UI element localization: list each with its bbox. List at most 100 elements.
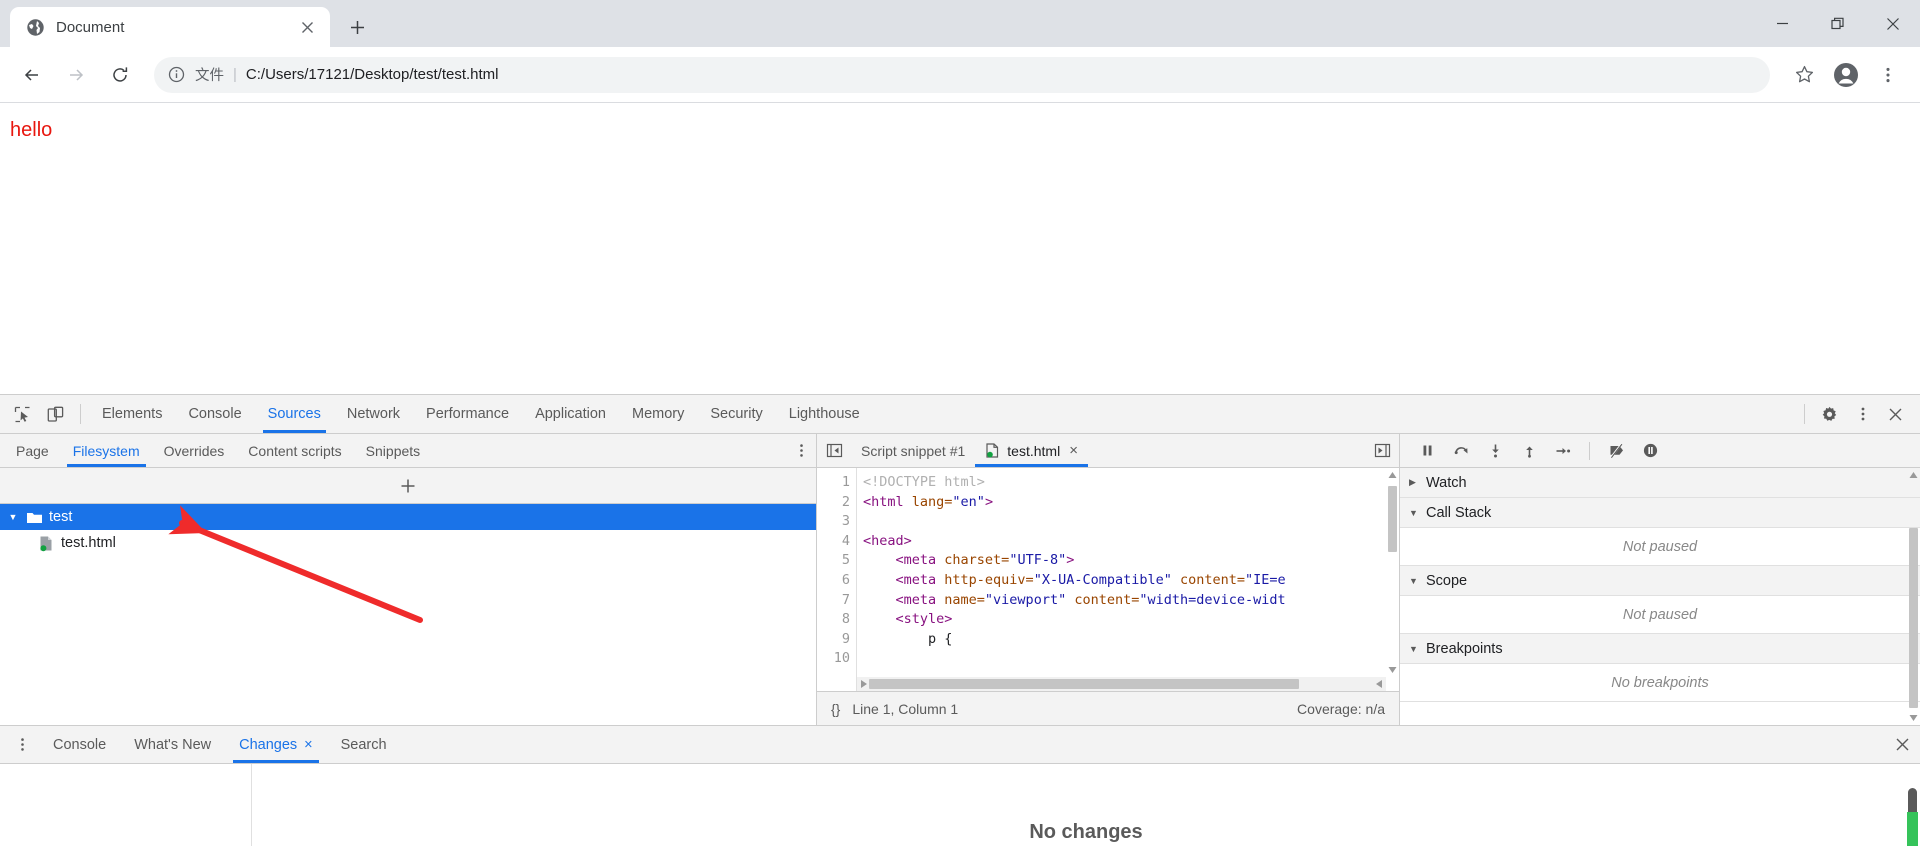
code-line: <!DOCTYPE html> xyxy=(863,474,985,490)
inspect-element-icon[interactable] xyxy=(6,398,39,431)
line-number: 3 xyxy=(841,513,850,530)
step-over-icon[interactable] xyxy=(1446,436,1476,466)
navigator-subtab-page[interactable]: Page xyxy=(4,434,61,467)
drawer-close-icon[interactable] xyxy=(1884,727,1920,763)
chevron-down-icon[interactable]: ▼ xyxy=(1409,644,1419,654)
section-label: Scope xyxy=(1426,572,1468,589)
collapse-right-icon[interactable] xyxy=(1365,434,1399,467)
window-close-button[interactable] xyxy=(1865,0,1920,47)
device-toolbar-icon[interactable] xyxy=(39,398,72,431)
devtools-close-icon[interactable] xyxy=(1879,398,1912,431)
tab-close-icon[interactable] xyxy=(296,16,318,38)
debugger-scrollbar[interactable] xyxy=(1907,468,1920,725)
chevron-down-icon[interactable]: ▼ xyxy=(1409,576,1419,586)
editor-horizontal-scrollbar[interactable] xyxy=(857,677,1386,691)
forward-button[interactable] xyxy=(56,55,96,95)
page-viewport: hello xyxy=(0,103,1920,394)
code-area[interactable]: 1 2 3 4 5 6 7 8 9 10 <!DOCTYPE html> <html lang="e… xyxy=(817,468,1399,691)
devtools-tab-elements[interactable]: Elements xyxy=(89,395,175,433)
pause-script-execution-icon[interactable] xyxy=(1412,436,1442,466)
editor-tab-script-snippet[interactable]: Script snippet #1 xyxy=(851,434,975,467)
deactivate-breakpoints-icon[interactable] xyxy=(1601,436,1631,466)
code-line: <meta name="viewport" content="width=dev… xyxy=(863,591,1286,608)
drawer-tab-console[interactable]: Console xyxy=(39,726,120,763)
line-number-gutter: 1 2 3 4 5 6 7 8 9 10 xyxy=(817,468,857,691)
browser-menu-icon[interactable] xyxy=(1868,55,1908,95)
profile-avatar-icon[interactable] xyxy=(1826,55,1866,95)
code-line: <head> xyxy=(863,532,912,549)
window-restore-button[interactable] xyxy=(1810,0,1865,47)
chevron-down-icon[interactable]: ▼ xyxy=(1409,508,1419,518)
drawer-tab-search[interactable]: Search xyxy=(327,726,401,763)
window-minimize-button[interactable] xyxy=(1755,0,1810,47)
step-icon[interactable] xyxy=(1548,436,1578,466)
source-editor: Script snippet #1 test.html × 1 2 3 4 5 … xyxy=(817,434,1400,725)
editor-hscroll-thumb[interactable] xyxy=(869,679,1299,689)
drawer-more-icon[interactable] xyxy=(6,728,39,761)
new-tab-button[interactable] xyxy=(340,10,374,44)
pretty-print-icon[interactable]: {} xyxy=(831,701,840,717)
navigator-subtab-overrides[interactable]: Overrides xyxy=(152,434,237,467)
debugger-section-call-stack[interactable]: ▼ Call Stack xyxy=(1400,498,1920,528)
debugger-section-breakpoints[interactable]: ▼ Breakpoints xyxy=(1400,634,1920,664)
window-controls xyxy=(1755,0,1920,47)
code-line: <html lang="en"> xyxy=(863,493,994,510)
drawer-tab-close-icon[interactable]: × xyxy=(304,737,312,753)
gear-icon[interactable] xyxy=(1813,398,1846,431)
debugger-section-watch[interactable]: ▶ Watch xyxy=(1400,468,1920,498)
devtools-more-icon[interactable] xyxy=(1846,398,1879,431)
browser-tab[interactable]: Document xyxy=(10,7,330,47)
folder-icon xyxy=(26,509,43,526)
drawer-tab-changes[interactable]: Changes × xyxy=(225,726,327,763)
editor-vertical-scrollbar[interactable] xyxy=(1386,468,1399,677)
drawer-scroll-marker xyxy=(1907,812,1918,846)
devtools-tab-security[interactable]: Security xyxy=(697,395,775,433)
reload-button[interactable] xyxy=(100,55,140,95)
debugger-scroll-thumb[interactable] xyxy=(1909,528,1918,708)
devtools-tab-performance[interactable]: Performance xyxy=(413,395,522,433)
devtools-tab-memory[interactable]: Memory xyxy=(619,395,697,433)
devtools-tab-sources[interactable]: Sources xyxy=(255,395,334,433)
line-number: 4 xyxy=(841,532,850,549)
address-bar[interactable]: 文件 | C:/Users/17121/Desktop/test/test.ht… xyxy=(154,56,1770,93)
navigator-subtab-content-scripts[interactable]: Content scripts xyxy=(236,434,353,467)
editor-tab-test-html[interactable]: test.html × xyxy=(975,434,1088,467)
code-content[interactable]: <!DOCTYPE html> <html lang="en"> <head> <m… xyxy=(857,468,1399,691)
browser-tab-title: Document xyxy=(56,18,125,36)
toolbar-right-actions xyxy=(1784,55,1908,95)
filesystem-tree: ▼ test test.html xyxy=(0,504,816,725)
info-circle-icon[interactable] xyxy=(168,66,186,84)
collapse-left-icon[interactable] xyxy=(817,434,851,467)
changes-view: No changes xyxy=(0,764,1920,846)
navigator-subtab-snippets[interactable]: Snippets xyxy=(354,434,432,467)
chevron-down-icon[interactable]: ▼ xyxy=(6,512,20,522)
tree-row-folder-test[interactable]: ▼ test xyxy=(0,504,816,530)
no-changes-message: No changes xyxy=(1029,821,1143,843)
navigator-more-icon[interactable] xyxy=(786,436,816,466)
editor-scroll-thumb[interactable] xyxy=(1388,486,1397,552)
navigator-subtab-filesystem[interactable]: Filesystem xyxy=(61,434,152,467)
navigator-subtabbar: Page Filesystem Overrides Content script… xyxy=(0,434,816,468)
step-out-icon[interactable] xyxy=(1514,436,1544,466)
debugger-section-scope[interactable]: ▼ Scope xyxy=(1400,566,1920,596)
devtools-toolbar-actions xyxy=(1796,398,1920,431)
pause-on-exceptions-icon[interactable] xyxy=(1635,436,1665,466)
step-into-icon[interactable] xyxy=(1480,436,1510,466)
devtools-tab-application[interactable]: Application xyxy=(522,395,619,433)
actions-divider xyxy=(1804,404,1805,424)
page-paragraph: hello xyxy=(10,119,53,141)
editor-tab-close-icon[interactable]: × xyxy=(1069,442,1078,459)
devtools-tab-console[interactable]: Console xyxy=(175,395,254,433)
bookmark-star-icon[interactable] xyxy=(1784,55,1824,95)
add-folder-to-workspace-button[interactable] xyxy=(0,468,816,504)
chevron-right-icon[interactable]: ▶ xyxy=(1409,477,1419,488)
line-number: 8 xyxy=(841,611,850,628)
back-button[interactable] xyxy=(12,55,52,95)
editor-tab-label: test.html xyxy=(1007,442,1061,459)
drawer-tab-whats-new[interactable]: What's New xyxy=(120,726,225,763)
tree-row-file-test-html[interactable]: test.html xyxy=(0,530,816,556)
devtools-tab-network[interactable]: Network xyxy=(334,395,413,433)
drawer-scrollbar[interactable] xyxy=(1904,764,1920,846)
devtools-tab-lighthouse[interactable]: Lighthouse xyxy=(776,395,873,433)
